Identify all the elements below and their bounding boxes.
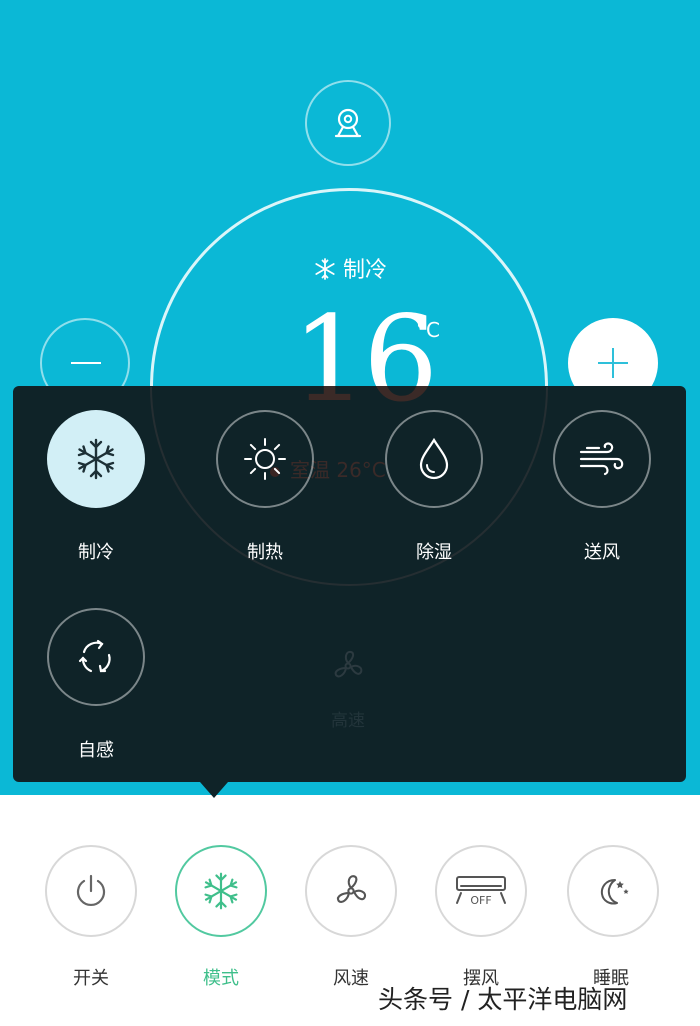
mode-option-auto-label: 自感 bbox=[78, 740, 114, 761]
fan-speed-button[interactable] bbox=[305, 845, 397, 937]
mode-option-dehumidify[interactable] bbox=[385, 410, 483, 508]
snowflake-icon bbox=[77, 438, 115, 480]
camera-button[interactable] bbox=[305, 80, 391, 166]
power-label: 开关 bbox=[73, 968, 109, 989]
mode-option-dehumidify-label: 除湿 bbox=[416, 542, 452, 563]
mode-option-fan-label: 送风 bbox=[584, 542, 620, 563]
swing-button[interactable]: OFF bbox=[435, 845, 527, 937]
mode-option-auto[interactable] bbox=[47, 608, 145, 706]
droplet-icon bbox=[419, 437, 449, 480]
fan-icon bbox=[334, 650, 363, 678]
fan-speed-label: 高速 bbox=[331, 711, 365, 731]
mode-option-fan[interactable] bbox=[553, 410, 651, 508]
auto-cycle-icon bbox=[78, 639, 111, 673]
wind-icon bbox=[579, 442, 624, 476]
mode-option-cool-label: 制冷 bbox=[78, 542, 114, 563]
snowflake-icon bbox=[204, 872, 238, 910]
sun-icon bbox=[244, 438, 286, 480]
mode-label: 模式 bbox=[203, 968, 239, 989]
fan-icon bbox=[336, 875, 367, 903]
mode-option-heat[interactable] bbox=[216, 410, 314, 508]
mode-option-heat-label: 制热 bbox=[247, 542, 283, 563]
sleep-button[interactable] bbox=[567, 845, 659, 937]
mode-button[interactable] bbox=[175, 845, 267, 937]
power-icon bbox=[76, 874, 106, 906]
watermark: 头条号 / 太平洋电脑网 bbox=[378, 985, 628, 1014]
current-mode: 制冷 bbox=[0, 252, 700, 284]
power-button[interactable] bbox=[45, 845, 137, 937]
snowflake-icon bbox=[315, 258, 335, 280]
swing-off-badge: OFF bbox=[470, 894, 491, 907]
moon-stars-icon bbox=[600, 879, 629, 905]
swing-off-icon: OFF bbox=[456, 876, 506, 907]
webcam-icon bbox=[334, 108, 362, 138]
mode-menu-pointer bbox=[200, 782, 228, 798]
temperature-unit: °C bbox=[416, 318, 440, 342]
current-mode-label: 制冷 bbox=[342, 258, 387, 283]
mode-option-cool[interactable] bbox=[47, 410, 145, 508]
